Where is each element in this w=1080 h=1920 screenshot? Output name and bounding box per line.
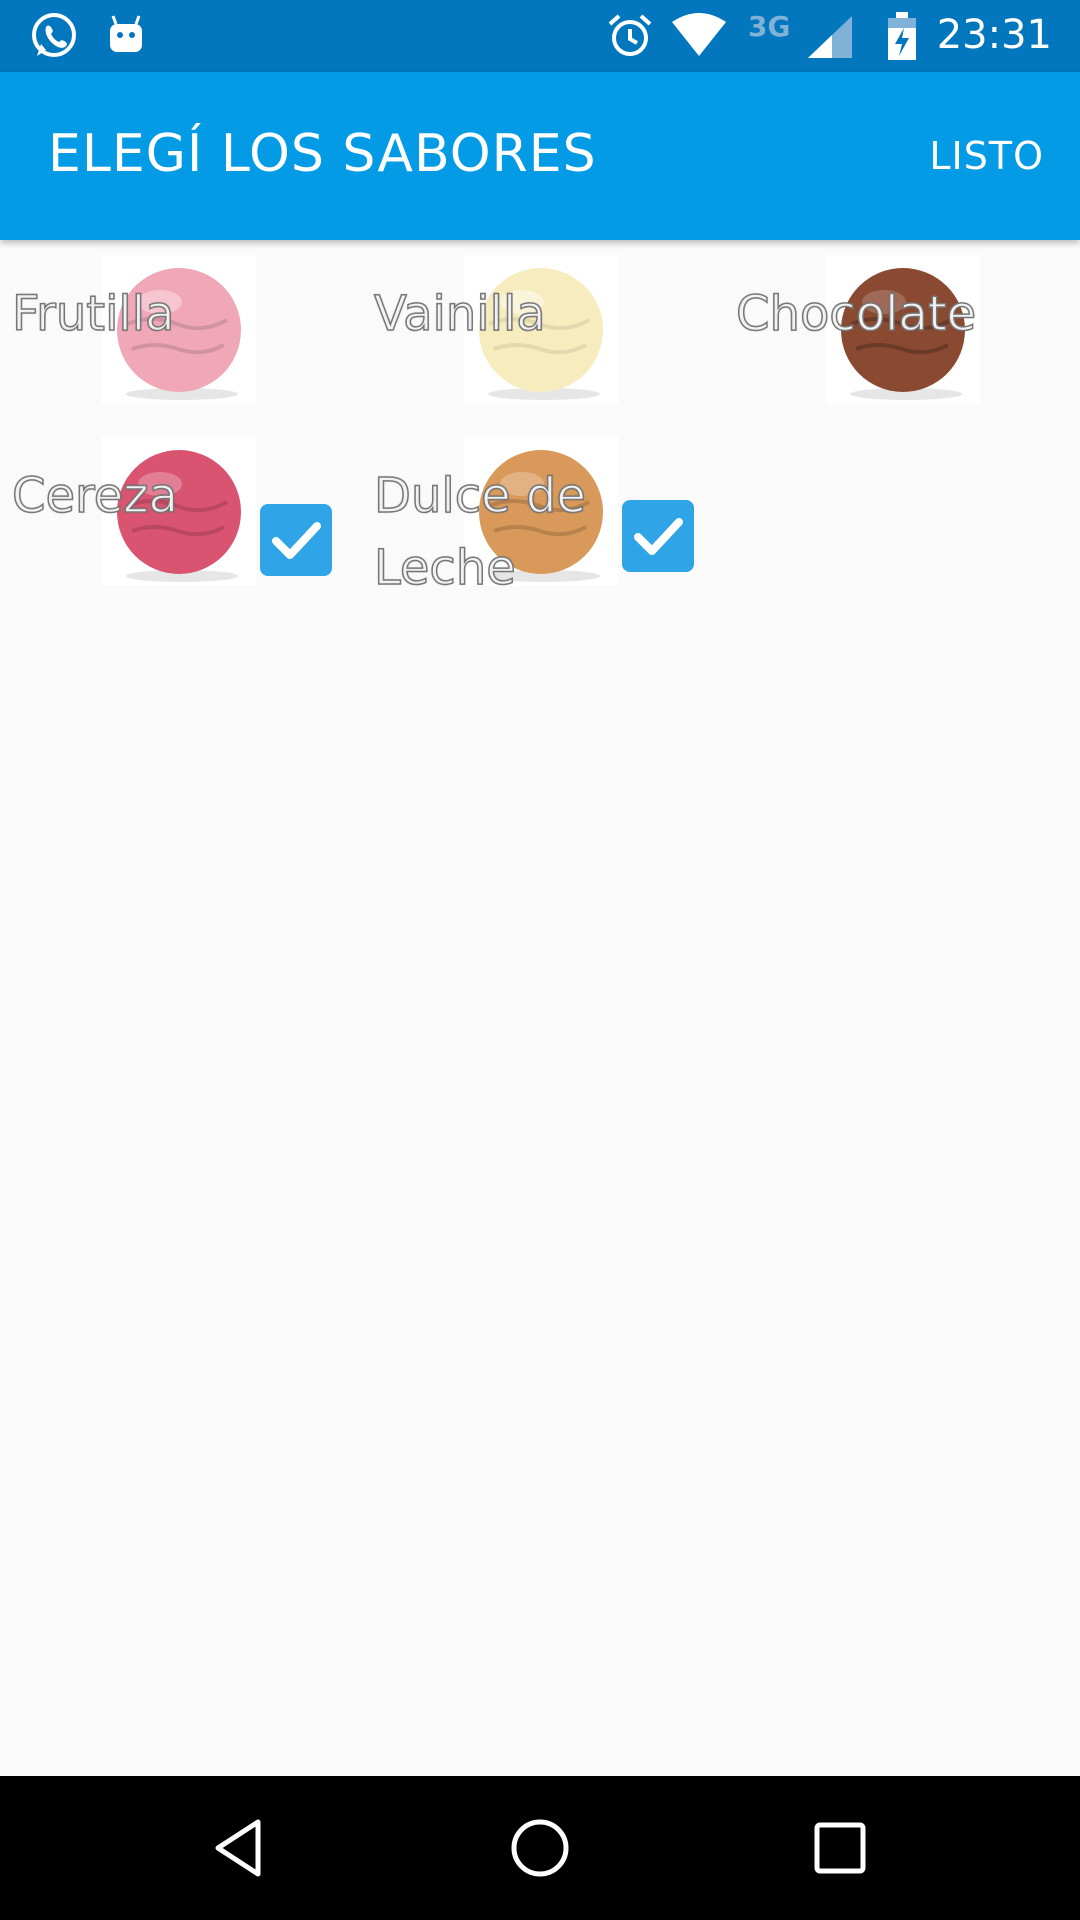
flavor-item-frutilla[interactable]: Frutilla [0, 250, 360, 430]
back-button[interactable] [208, 1816, 272, 1880]
clock: 23:31 [936, 12, 1052, 58]
flavor-checkbox[interactable] [260, 504, 332, 576]
alarm-icon [608, 14, 652, 56]
flavor-label: Vainilla [373, 285, 546, 343]
android-icon [110, 15, 142, 52]
checkmark-icon [634, 518, 683, 555]
signal-icon [808, 16, 852, 58]
battery-charging-icon [888, 12, 916, 60]
done-button[interactable]: LISTO [929, 134, 1044, 178]
flavor-label: Chocolate [735, 285, 977, 343]
status-bar: 3G 23:31 [0, 0, 1080, 72]
flavor-label: Frutilla [11, 285, 175, 343]
back-icon [215, 1819, 261, 1877]
home-button[interactable] [508, 1816, 572, 1880]
flavor-item-vainilla[interactable]: Vainilla [362, 250, 722, 430]
flavor-item-dulce-de-leche[interactable]: Dulce de Leche [362, 432, 722, 612]
navigation-bar [0, 1776, 1080, 1920]
flavor-label: Cereza [11, 467, 178, 525]
checkmark-icon [272, 522, 321, 559]
recents-button[interactable] [808, 1816, 872, 1880]
wifi-icon [672, 13, 726, 56]
flavor-checkbox[interactable] [622, 500, 694, 572]
recents-icon [814, 1822, 866, 1874]
flavor-label: Dulce de Leche [373, 467, 586, 597]
app-bar: ELEGÍ LOS SABORES LISTO [0, 72, 1080, 240]
home-icon [511, 1819, 569, 1877]
flavor-item-cereza[interactable]: Cereza [0, 432, 360, 612]
page-title: ELEGÍ LOS SABORES [48, 124, 597, 184]
whatsapp-icon [32, 13, 76, 57]
network-type-label: 3G [748, 10, 791, 43]
flavor-item-chocolate[interactable]: Chocolate [724, 250, 1080, 430]
